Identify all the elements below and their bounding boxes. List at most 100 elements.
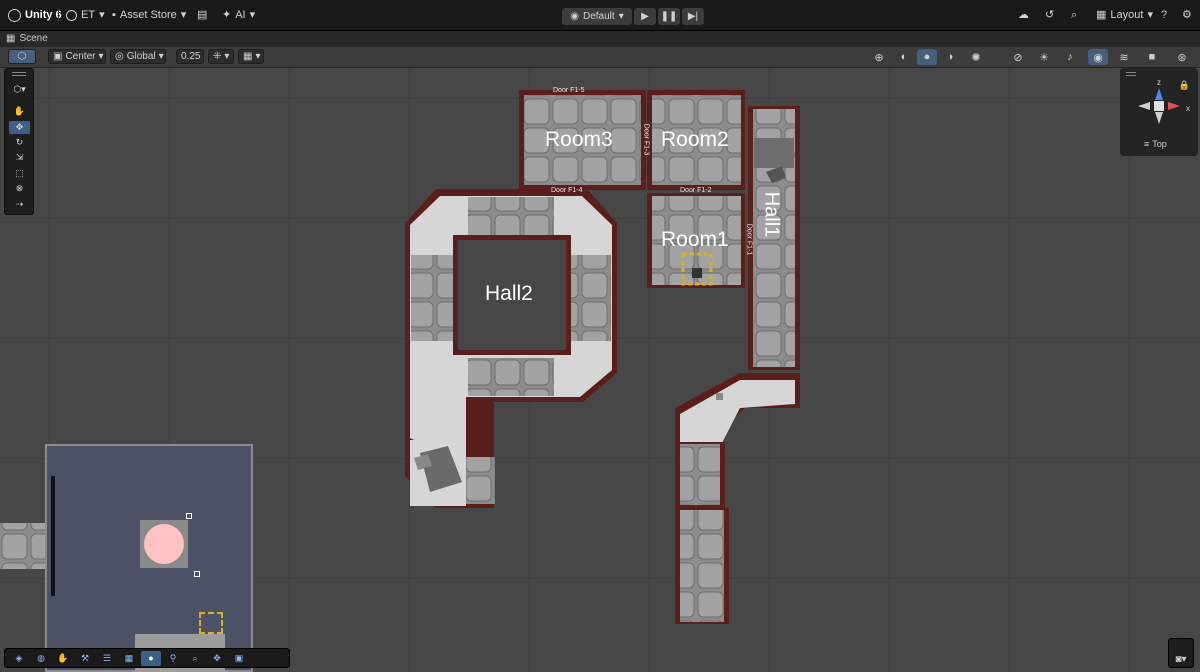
- overlay-btn-4[interactable]: ⚒: [75, 651, 95, 666]
- camera-dropdown[interactable]: ■: [1142, 49, 1162, 65]
- account-icon: [66, 9, 77, 21]
- eye-icon: ◉: [1093, 51, 1103, 64]
- sphere-icon: ●: [148, 653, 154, 663]
- hand-tool-button[interactable]: ✋: [9, 105, 30, 118]
- layout-dropdown[interactable]: ▦ Layout ▾: [1096, 7, 1153, 23]
- move-tool-button[interactable]: ✥: [9, 121, 30, 134]
- custom-tool-button[interactable]: ⇢: [9, 198, 30, 211]
- view-label: Top: [1152, 139, 1167, 149]
- rect-tool-button[interactable]: ⬚: [9, 167, 30, 180]
- debug-mode-dropdown[interactable]: ✺: [966, 49, 986, 65]
- 2d-icon: ⊘: [1013, 51, 1023, 64]
- rotate-tool-button[interactable]: ↻: [9, 136, 30, 149]
- hall2-label: Hall2: [485, 282, 533, 305]
- space-dropdown[interactable]: ◎ Global ▾: [110, 49, 166, 64]
- chevron-down-icon: ▾: [224, 51, 230, 62]
- help-button[interactable]: ?: [1161, 7, 1167, 23]
- orientation-gizmo[interactable]: 🔒 z x ≡ Top: [1120, 68, 1198, 156]
- camera-icon: ◙▾: [1175, 654, 1187, 665]
- step-button[interactable]: ▶|: [682, 8, 704, 25]
- unlit-mode-button[interactable]: ◑: [940, 49, 960, 65]
- main-toolbar: Unity 6 ET ▾ ▪ Asset Store ▾ ▤ ✦ AI ▾ ◉ …: [0, 0, 1200, 31]
- pause-button[interactable]: ❚❚: [658, 8, 680, 25]
- orientation-button[interactable]: ⊕: [869, 49, 889, 65]
- layout-label: Layout: [1110, 9, 1144, 21]
- view-options-dropdown[interactable]: ⬡▾: [9, 83, 30, 96]
- sphere-icon: ●: [923, 51, 931, 63]
- cloud-button[interactable]: ☁: [1018, 7, 1029, 23]
- snap-value: 0.25: [181, 51, 201, 62]
- search-icon: ⌕: [1071, 9, 1078, 21]
- camera-icon: ■: [1148, 51, 1156, 63]
- tab-scene[interactable]: ▦ Scene: [6, 33, 48, 44]
- snap-settings-dropdown[interactable]: ⁜ ▾: [208, 49, 234, 64]
- globe-icon: ⊛: [1177, 51, 1187, 64]
- overlay-btn-10[interactable]: ✥: [207, 651, 227, 666]
- gizmos-dropdown[interactable]: ⊛: [1172, 49, 1192, 65]
- transform-tool-button[interactable]: ⊗: [9, 182, 30, 195]
- overlay-btn-3[interactable]: ✋: [53, 651, 73, 666]
- transform-icon: ⊗: [15, 183, 24, 193]
- unity-menu[interactable]: Unity 6: [8, 7, 62, 23]
- unity-logo-icon: [8, 8, 21, 22]
- lighting-toggle-button[interactable]: ☀: [1034, 49, 1054, 65]
- preview-marker: [199, 612, 223, 634]
- package-manager-button[interactable]: ▤: [197, 7, 207, 23]
- ai-dropdown[interactable]: ✦ AI ▾: [222, 7, 255, 23]
- camera-mode-icon: ◈: [15, 652, 23, 663]
- visibility-toggle-button[interactable]: ◉: [1088, 49, 1108, 65]
- layers-dropdown[interactable]: ≋: [1114, 49, 1134, 65]
- overlay-btn-1[interactable]: ◈: [9, 651, 29, 666]
- drag-handle-icon[interactable]: [12, 72, 26, 76]
- scale-tool-button[interactable]: ⇲: [9, 151, 30, 164]
- step-icon: ▶|: [687, 11, 699, 22]
- pivot-dropdown[interactable]: ▣ Center ▾: [48, 49, 106, 64]
- 2d-toggle-button[interactable]: ⊘: [1008, 49, 1028, 65]
- projection-toggle[interactable]: ≡ Top: [1144, 139, 1167, 149]
- cube-icon: ⬡: [17, 51, 27, 62]
- package-icon: ▤: [197, 9, 208, 21]
- pivot-icon: ▣: [53, 51, 63, 62]
- room1-label: Room1: [661, 228, 729, 251]
- scene-viewport[interactable]: Room3 Room2 Room1 Hall2 Hall1 Door F1-5 …: [0, 68, 1200, 672]
- search-button[interactable]: ⌕: [1071, 7, 1077, 23]
- move-icon: ✥: [15, 122, 24, 132]
- door-f1-2-label: Door F1-2: [680, 187, 712, 194]
- overlay-btn-5[interactable]: ☰: [97, 651, 117, 666]
- history-icon: ↺: [1045, 9, 1055, 21]
- space-label: Global: [126, 51, 156, 62]
- audio-toggle-button[interactable]: ♪: [1060, 49, 1080, 65]
- compass-icon: ◍: [37, 652, 45, 663]
- shading-wire-button[interactable]: ◐: [894, 49, 914, 65]
- move-icon: ✥: [213, 652, 221, 663]
- scene-view-camera-dropdown[interactable]: ◙▾: [1168, 638, 1194, 668]
- shading-icon: ◐: [900, 51, 908, 63]
- sparkle-icon: ✦: [222, 9, 232, 21]
- snap-increment-field[interactable]: 0.25: [176, 49, 204, 64]
- door-f1-4-label: Door F1-4: [551, 187, 583, 194]
- scene-tab-label: Scene: [19, 33, 48, 44]
- tool-settings-button[interactable]: ⬡: [8, 49, 36, 64]
- chevron-down-icon: ▾: [618, 11, 624, 22]
- history-button[interactable]: ↺: [1045, 7, 1054, 23]
- overlay-btn-8[interactable]: ⚲: [163, 651, 183, 666]
- overlay-btn-7[interactable]: ●: [141, 650, 161, 666]
- align-icon: ☰: [102, 652, 112, 663]
- settings-button[interactable]: ⚙: [1182, 7, 1192, 23]
- bag-icon: ▪: [112, 9, 116, 21]
- hall2-block[interactable]: [405, 189, 617, 508]
- play-mode-dropdown[interactable]: ◉ Default ▾: [562, 8, 632, 25]
- overlay-btn-9[interactable]: ⌕: [185, 651, 205, 666]
- play-button[interactable]: ▶: [634, 8, 656, 25]
- help-icon: ?: [1161, 9, 1168, 21]
- overlay-btn-2[interactable]: ◍: [31, 651, 51, 666]
- search-icon: ⌕: [192, 652, 198, 663]
- asset-store-dropdown[interactable]: ▪ Asset Store ▾: [112, 7, 186, 23]
- preview-light-gizmo: [140, 520, 188, 568]
- overlay-btn-11[interactable]: ▣: [229, 651, 249, 666]
- grid-settings-dropdown[interactable]: ▦ ▾: [238, 49, 264, 64]
- shaded-mode-button[interactable]: ●: [917, 49, 937, 65]
- door-f1-5-label: Door F1-5: [553, 87, 585, 94]
- overlay-btn-6[interactable]: ▦: [119, 651, 139, 666]
- account-dropdown[interactable]: ET ▾: [66, 7, 105, 23]
